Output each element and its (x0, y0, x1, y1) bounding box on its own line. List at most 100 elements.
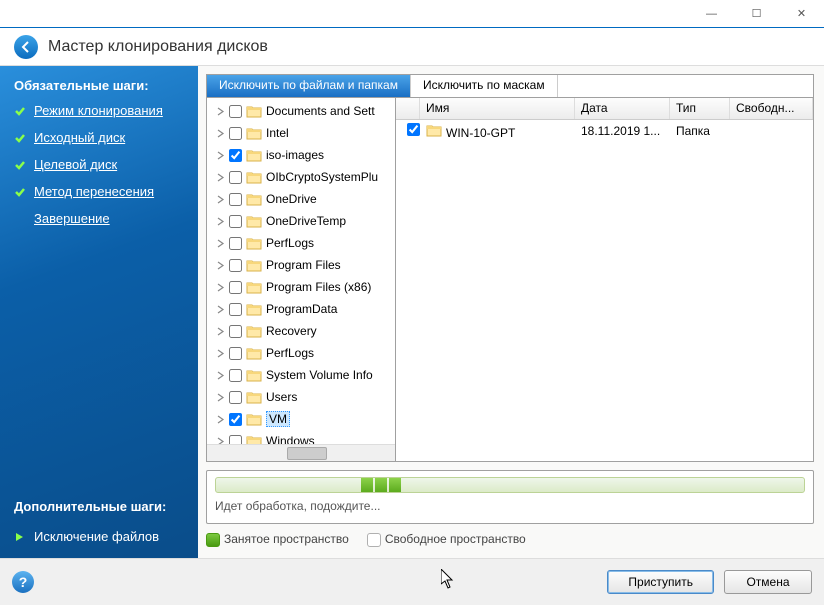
tree-row[interactable]: VM (207, 408, 396, 430)
expander-icon[interactable] (215, 238, 226, 249)
tree-row[interactable]: ProgramData (207, 298, 396, 320)
scrollbar-thumb[interactable] (287, 447, 327, 460)
expander-icon[interactable] (215, 150, 226, 161)
tab-by-files[interactable]: Исключить по файлам и папкам (207, 75, 411, 97)
tree-checkbox[interactable] (229, 303, 242, 316)
tree-label: OneDriveTemp (266, 214, 346, 228)
sidebar-step[interactable]: Целевой диск (14, 157, 184, 172)
sidebar-step-label: Режим клонирования (34, 103, 163, 118)
wizard-header: Мастер клонирования дисков (0, 28, 824, 66)
tree-row[interactable]: Intel (207, 122, 396, 144)
tree-row[interactable]: PerfLogs (207, 342, 396, 364)
expander-icon[interactable] (215, 304, 226, 315)
used-swatch-icon (206, 533, 220, 547)
expander-icon[interactable] (215, 194, 226, 205)
additional-steps-label: Дополнительные шаги: (14, 499, 166, 514)
folder-tree[interactable]: Documents and SettInteliso-imagesOIbCryp… (206, 98, 396, 462)
list-col-free[interactable]: Свободн... (730, 98, 813, 119)
expander-icon[interactable] (215, 216, 226, 227)
expander-icon[interactable] (215, 282, 226, 293)
tree-label: PerfLogs (266, 346, 314, 360)
tree-checkbox[interactable] (229, 413, 242, 426)
tree-row[interactable]: OneDrive (207, 188, 396, 210)
tree-checkbox[interactable] (229, 237, 242, 250)
tree-label: PerfLogs (266, 236, 314, 250)
list-cell-date: 18.11.2019 1... (575, 121, 670, 141)
list-col-date[interactable]: Дата (575, 98, 670, 119)
tree-checkbox[interactable] (229, 281, 242, 294)
file-list[interactable]: Имя Дата Тип Свободн... WIN-10-GPT 18.11.… (396, 98, 814, 462)
list-checkbox[interactable] (407, 123, 420, 136)
tree-checkbox[interactable] (229, 105, 242, 118)
maximize-button[interactable]: ☐ (734, 4, 779, 24)
tree-checkbox[interactable] (229, 369, 242, 382)
expander-icon[interactable] (215, 260, 226, 271)
titlebar: — ☐ ✕ (0, 0, 824, 28)
sidebar-step-label: Целевой диск (34, 157, 117, 172)
list-col-type[interactable]: Тип (670, 98, 730, 119)
legend-free: Свободное пространство (367, 532, 526, 547)
sidebar-step[interactable]: Завершение (34, 211, 184, 226)
tree-checkbox[interactable] (229, 193, 242, 206)
expander-icon[interactable] (215, 128, 226, 139)
expander-icon[interactable] (215, 370, 226, 381)
tree-row[interactable]: iso-images (207, 144, 396, 166)
sidebar-current-step[interactable]: Исключение файлов (14, 529, 159, 544)
tree-label: Users (266, 390, 297, 404)
footer: ? Приступить Отмена (0, 558, 824, 605)
sidebar: Обязательные шаги: Режим клонированияИсх… (0, 66, 198, 558)
close-button[interactable]: ✕ (779, 4, 824, 24)
progress-status: Идет обработка, подождите... (215, 499, 805, 513)
help-icon[interactable]: ? (12, 571, 34, 593)
tree-row[interactable]: Users (207, 386, 396, 408)
tree-row[interactable]: Recovery (207, 320, 396, 342)
tree-checkbox[interactable] (229, 347, 242, 360)
cancel-button[interactable]: Отмена (724, 570, 812, 594)
tree-checkbox[interactable] (229, 259, 242, 272)
folder-icon (246, 148, 262, 162)
tree-row[interactable]: OIbCryptoSystemPlu (207, 166, 396, 188)
expander-icon[interactable] (215, 326, 226, 337)
sidebar-step[interactable]: Метод перенесения (14, 184, 184, 199)
tree-checkbox[interactable] (229, 127, 242, 140)
folder-icon (246, 258, 262, 272)
expander-icon[interactable] (215, 106, 226, 117)
content-area: Исключить по файлам и папкам Исключить п… (198, 66, 824, 558)
folder-icon (246, 170, 262, 184)
sidebar-step[interactable]: Исходный диск (14, 130, 184, 145)
folder-icon (246, 324, 262, 338)
tree-row[interactable]: Documents and Sett (207, 100, 396, 122)
folder-icon (246, 390, 262, 404)
folder-icon (246, 126, 262, 140)
expander-icon[interactable] (215, 348, 226, 359)
tree-label: Recovery (266, 324, 317, 338)
minimize-button[interactable]: — (689, 4, 734, 24)
expander-icon[interactable] (215, 392, 226, 403)
arrow-right-icon (14, 531, 26, 543)
tree-checkbox[interactable] (229, 391, 242, 404)
tree-checkbox[interactable] (229, 171, 242, 184)
list-cell-name: WIN-10-GPT (446, 126, 515, 140)
sidebar-step[interactable]: Режим клонирования (14, 103, 184, 118)
tree-checkbox[interactable] (229, 149, 242, 162)
list-row[interactable]: WIN-10-GPT18.11.2019 1...Папка (396, 120, 813, 142)
legend-used: Занятое пространство (206, 532, 349, 547)
tree-label: ProgramData (266, 302, 337, 316)
tree-label: System Volume Info (266, 368, 373, 382)
tree-row[interactable]: System Volume Info (207, 364, 396, 386)
horizontal-scrollbar[interactable] (207, 444, 395, 461)
tree-row[interactable]: OneDriveTemp (207, 210, 396, 232)
tree-row[interactable]: Program Files (207, 254, 396, 276)
list-col-checkbox[interactable] (396, 98, 420, 119)
tree-row[interactable]: PerfLogs (207, 232, 396, 254)
list-col-name[interactable]: Имя (420, 98, 575, 119)
proceed-button[interactable]: Приступить (607, 570, 714, 594)
progress-bar (215, 477, 805, 493)
tree-checkbox[interactable] (229, 325, 242, 338)
tree-row[interactable]: Program Files (x86) (207, 276, 396, 298)
tab-by-masks[interactable]: Исключить по маскам (411, 75, 558, 97)
expander-icon[interactable] (215, 414, 226, 425)
back-button[interactable] (14, 35, 38, 59)
expander-icon[interactable] (215, 172, 226, 183)
tree-checkbox[interactable] (229, 215, 242, 228)
